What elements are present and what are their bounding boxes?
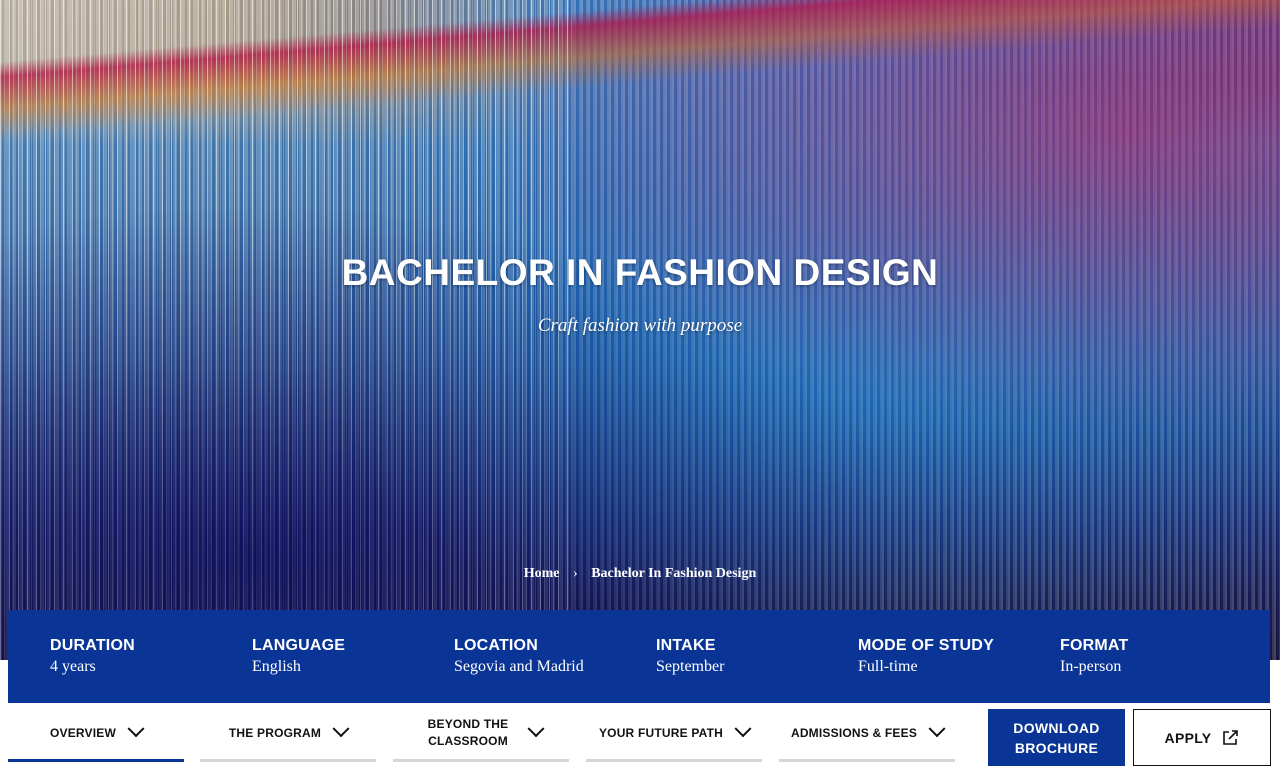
program-info-bar: DURATION 4 years LANGUAGE English LOCATI… xyxy=(8,610,1270,703)
info-value: Segovia and Madrid xyxy=(454,658,584,675)
info-intake: INTAKE September xyxy=(656,637,724,676)
download-brochure-button[interactable]: DOWNLOAD BROCHURE xyxy=(988,709,1125,766)
info-format: FORMAT In-person xyxy=(1060,637,1128,676)
tab-overview[interactable]: OVERVIEW xyxy=(8,704,184,762)
breadcrumb-current: Bachelor In Fashion Design xyxy=(591,566,757,581)
info-label: LANGUAGE xyxy=(252,637,346,654)
tab-underline xyxy=(586,759,762,762)
tab-admissions-fees[interactable]: ADMISSIONS & FEES xyxy=(779,704,955,762)
tab-label: OVERVIEW xyxy=(49,725,117,740)
info-language: LANGUAGE English xyxy=(252,637,345,676)
chevron-down-icon xyxy=(332,720,350,738)
info-label: INTAKE xyxy=(656,637,716,654)
info-label: LOCATION xyxy=(454,637,538,654)
tab-your-future-path[interactable]: YOUR FUTURE PATH xyxy=(586,704,762,762)
chevron-right-icon: › xyxy=(573,566,578,581)
tab-beyond-the-classroom[interactable]: BEYOND THE CLASSROOM xyxy=(393,704,569,762)
tab-the-program[interactable]: THE PROGRAM xyxy=(200,704,376,762)
info-value: 4 years xyxy=(50,658,96,675)
tab-label: YOUR FUTURE PATH xyxy=(598,725,724,740)
chevron-down-icon xyxy=(928,720,946,738)
info-label: FORMAT xyxy=(1060,637,1129,654)
download-brochure-label: DOWNLOAD BROCHURE xyxy=(1013,719,1100,756)
page-subtitle: Craft fashion with purpose xyxy=(537,315,743,336)
hero-banner: BACHELOR IN FASHION DESIGN Craft fashion… xyxy=(0,0,1280,660)
chevron-down-icon xyxy=(127,720,145,738)
chevron-down-icon xyxy=(527,720,545,738)
page-title: BACHELOR IN FASHION DESIGN xyxy=(341,252,939,293)
info-mode-of-study: MODE OF STUDY Full-time xyxy=(858,637,994,676)
info-duration: DURATION 4 years xyxy=(50,637,135,676)
apply-label: APPLY xyxy=(1164,729,1212,746)
tab-label: THE PROGRAM xyxy=(228,725,322,740)
breadcrumb: Home › Bachelor In Fashion Design xyxy=(0,566,1280,582)
info-location: LOCATION Segovia and Madrid xyxy=(454,637,584,676)
external-link-icon xyxy=(1221,729,1239,747)
breadcrumb-home-link[interactable]: Home xyxy=(524,566,560,581)
info-label: MODE OF STUDY xyxy=(858,637,994,654)
chevron-down-icon xyxy=(734,720,752,738)
info-value: Full-time xyxy=(858,658,918,675)
tab-underline xyxy=(200,759,376,762)
apply-button[interactable]: APPLY xyxy=(1133,709,1271,766)
info-value: In-person xyxy=(1060,658,1122,675)
tab-label: ADMISSIONS & FEES xyxy=(790,725,918,740)
tab-underline-active xyxy=(8,759,184,762)
tab-underline xyxy=(393,759,569,762)
info-label: DURATION xyxy=(50,637,135,654)
info-value: English xyxy=(252,658,301,675)
tab-label: BEYOND THE CLASSROOM xyxy=(427,717,509,748)
tab-underline xyxy=(779,759,955,762)
info-value: September xyxy=(656,658,725,675)
